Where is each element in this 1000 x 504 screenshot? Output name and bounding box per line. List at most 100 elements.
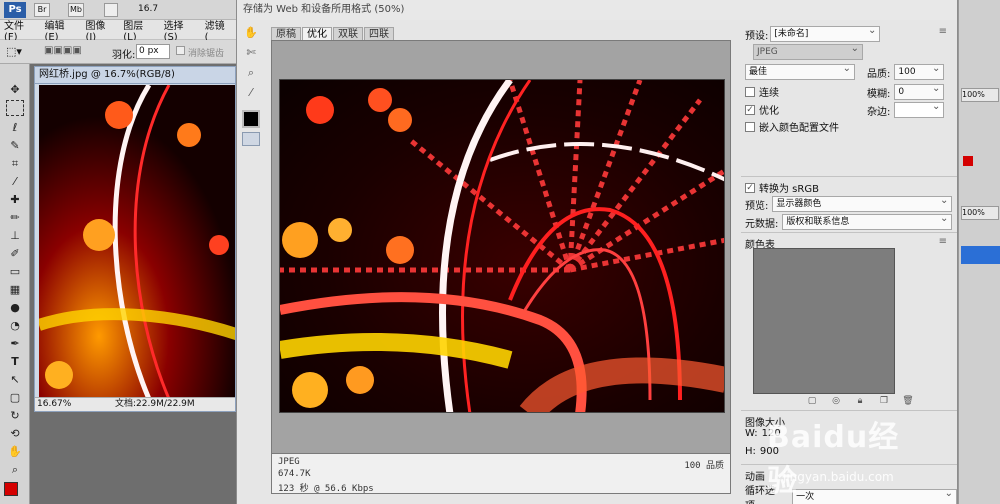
menu-edit[interactable]: 编辑(E) <box>44 17 76 43</box>
antialias-label: 消除锯齿 <box>188 49 225 59</box>
delete-color-icon[interactable]: 🗑︎ <box>901 396 915 406</box>
menu-layer[interactable]: 图层(L) <box>123 17 154 43</box>
slice-select-icon[interactable]: ✄ <box>241 44 261 62</box>
progressive-label: 连续 <box>759 88 779 99</box>
file-format-select[interactable]: JPEG <box>753 44 863 60</box>
type-tool-icon[interactable]: T <box>6 354 24 370</box>
3d-orbit-icon[interactable]: ⟲ <box>6 426 24 442</box>
zoom-level-field[interactable]: 16.7 <box>138 4 158 14</box>
pen-tool-icon[interactable]: ✒ <box>6 336 24 352</box>
preset-select[interactable]: [未命名] <box>770 26 881 42</box>
history-brush-icon[interactable]: ✐ <box>6 246 24 262</box>
divider <box>741 232 957 233</box>
preview-label: 预览: <box>745 200 769 212</box>
zoom-tool-icon[interactable]: ⌕ <box>6 462 24 478</box>
path-select-icon[interactable]: ↖ <box>6 372 24 388</box>
panel-fill-field[interactable]: 100% <box>961 206 999 220</box>
height-label: H: <box>745 446 756 457</box>
convert-srgb-label: 转换为 sRGB <box>759 184 819 195</box>
gradient-tool-icon[interactable]: ▦ <box>6 282 24 298</box>
lasso-tool-icon[interactable]: ℓ <box>6 120 24 136</box>
arrange-icon[interactable] <box>104 3 118 17</box>
blur-tool-icon[interactable]: ● <box>6 300 24 316</box>
foreground-color-swatch[interactable] <box>4 482 18 496</box>
baidu-watermark: Baidu经验 <box>767 420 900 499</box>
dodge-tool-icon[interactable]: ◔ <box>6 318 24 334</box>
healing-tool-icon[interactable]: ✚ <box>6 192 24 208</box>
blur-label: 模糊: <box>867 88 891 100</box>
quality-input[interactable]: 100 <box>894 64 945 80</box>
color-table-menu-icon[interactable]: ≡ <box>939 236 947 247</box>
quick-select-icon[interactable]: ✎ <box>6 138 24 154</box>
selection-mode-icons[interactable]: ▣▣▣▣ <box>44 45 82 56</box>
embed-profile-checkbox[interactable] <box>745 121 755 132</box>
tab-4-up[interactable]: 四联 <box>364 27 394 41</box>
3d-rotate-icon[interactable]: ↻ <box>6 408 24 424</box>
tab-original[interactable]: 原稿 <box>271 27 301 41</box>
quality-preset-select[interactable]: 最佳 <box>745 64 855 80</box>
divider <box>741 410 957 411</box>
quality-label: 品质: <box>867 68 891 80</box>
swatch-red[interactable] <box>963 156 973 166</box>
eyedropper-tool-icon[interactable]: ⁄ <box>6 174 24 190</box>
preset-menu-icon[interactable]: ≡ <box>939 26 947 37</box>
lock-color-icon[interactable]: 🔒︎ <box>853 396 867 406</box>
preset-label: 预设: <box>745 30 769 42</box>
hand-icon[interactable]: ✋ <box>241 24 261 42</box>
eyedropper-color-swatch[interactable] <box>242 110 260 128</box>
hand-tool-icon[interactable]: ✋ <box>6 444 24 460</box>
panels-dock: 100% 100% <box>958 0 1000 504</box>
optimized-checkbox[interactable] <box>745 104 755 115</box>
zoom-icon[interactable]: ⌕ <box>241 64 261 82</box>
menu-filter[interactable]: 滤镜( <box>205 17 227 43</box>
metadata-label: 元数据: <box>745 218 779 230</box>
document-canvas[interactable] <box>39 85 235 399</box>
view-tabs: 原稿 优化 双联 四联 <box>271 27 395 41</box>
tab-optimized[interactable]: 优化 <box>302 27 332 41</box>
move-tool-icon[interactable]: ✥ <box>6 82 24 98</box>
progressive-checkbox[interactable] <box>745 86 755 97</box>
convert-srgb-checkbox[interactable] <box>745 182 755 193</box>
menu-file[interactable]: 文件(F) <box>4 17 35 43</box>
optimized-label: 优化 <box>759 106 779 117</box>
document-tab[interactable]: 网红桥.jpg @ 16.7%(RGB/8) <box>35 67 235 84</box>
shape-tool-icon[interactable]: ▢ <box>6 390 24 406</box>
optimized-preview-image[interactable] <box>279 79 725 413</box>
toggle-slices-button[interactable] <box>242 132 260 146</box>
preview-color-select[interactable]: 显示器颜色 <box>772 196 953 212</box>
options-bar: ⬚▾ ▣▣▣▣ 羽化: 0 px 消除锯齿 <box>0 40 236 64</box>
antialias-checkbox[interactable] <box>176 46 185 55</box>
color-table[interactable] <box>753 248 895 394</box>
loop-select[interactable]: 一次 <box>792 489 957 504</box>
minibridge-icon[interactable]: Mb <box>68 3 84 17</box>
stamp-tool-icon[interactable]: ⊥ <box>6 228 24 244</box>
metadata-select[interactable]: 版权和联系信息 <box>782 214 953 230</box>
eraser-tool-icon[interactable]: ▭ <box>6 264 24 280</box>
marquee-preset-icon[interactable]: ⬚▾ <box>6 45 22 58</box>
selected-layer-row[interactable] <box>961 246 1000 264</box>
brush-tool-icon[interactable]: ✏ <box>6 210 24 226</box>
bridge-icon[interactable]: Br <box>34 3 50 17</box>
menu-image[interactable]: 图像(I) <box>85 17 114 43</box>
marquee-tool-icon[interactable] <box>6 100 24 116</box>
map-color-icon[interactable]: ▢ <box>805 396 819 406</box>
matte-label: 杂边: <box>867 106 891 118</box>
matte-select[interactable] <box>894 102 945 118</box>
preview-info-bar: JPEG 674.7K 123 秒 @ 56.6 Kbps 100 品质 <box>272 453 730 494</box>
animation-heading: 动画 <box>745 472 765 483</box>
feather-input[interactable]: 0 px <box>136 44 170 59</box>
new-color-icon[interactable]: ❐ <box>877 396 891 406</box>
dialog-tools: ✋ ✄ ⌕ ⁄ <box>241 24 265 146</box>
photoshop-menu-bar: 文件(F) 编辑(E) 图像(I) 图层(L) 选择(S) 滤镜( <box>0 17 236 43</box>
web-shift-icon[interactable]: ◎ <box>829 396 843 406</box>
eyedropper-icon[interactable]: ⁄ <box>241 84 261 102</box>
doc-zoom-field[interactable]: 16.67% <box>37 399 71 409</box>
tab-2-up[interactable]: 双联 <box>333 27 363 41</box>
embed-profile-label: 嵌入颜色配置文件 <box>759 123 839 134</box>
blur-input[interactable]: 0 <box>894 84 945 100</box>
info-download-time[interactable]: 123 秒 @ 56.6 Kbps <box>278 481 374 494</box>
panel-opacity-field[interactable]: 100% <box>961 88 999 102</box>
menu-select[interactable]: 选择(S) <box>164 17 196 43</box>
crop-tool-icon[interactable]: ⌗ <box>6 156 24 172</box>
document-window: 网红桥.jpg @ 16.7%(RGB/8) 16.67% 文档:22.9M/2… <box>34 66 236 412</box>
